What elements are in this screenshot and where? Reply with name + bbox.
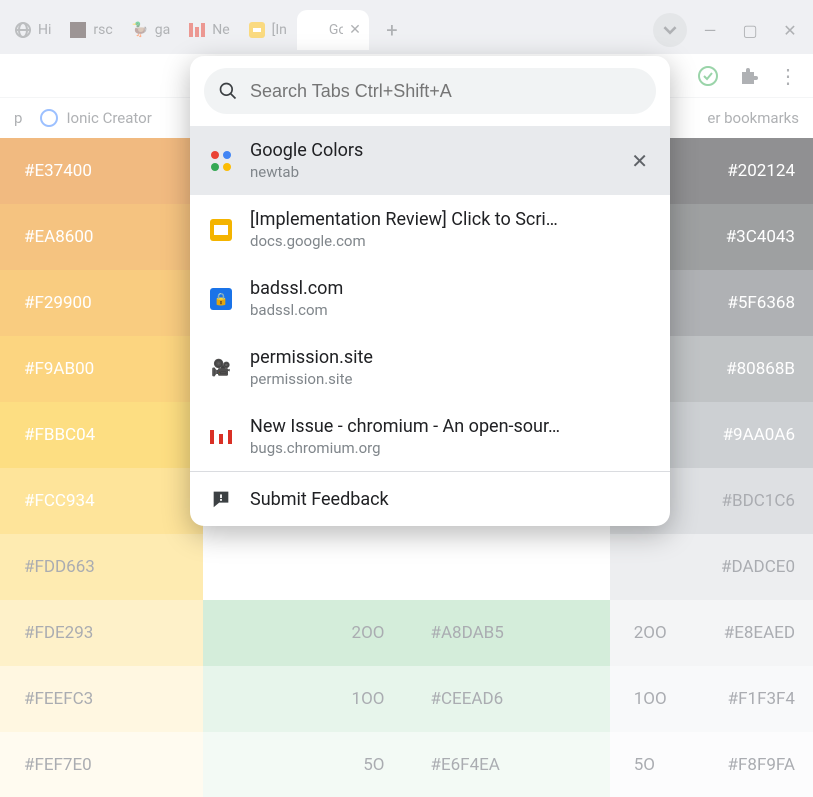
close-icon[interactable]: ✕	[627, 145, 652, 177]
tab-title: [In	[272, 22, 287, 38]
tab-search-popover: Google Colors newtab ✕ [Implementation R…	[190, 56, 670, 526]
extensions-button[interactable]	[737, 65, 759, 87]
item-title: New Issue - chromium - An open-sour…	[250, 416, 652, 437]
feedback-icon	[208, 486, 234, 512]
google-colors-icon	[211, 151, 231, 171]
tab-search-item[interactable]: [Implementation Review] Click to Scri… d…	[190, 195, 670, 264]
search-input[interactable]	[250, 81, 642, 102]
monorail-icon	[210, 430, 232, 444]
browser-tab[interactable]: Go ✕	[297, 10, 369, 50]
color-swatch: 5O	[203, 732, 406, 797]
permission-icon: 🎥	[211, 358, 231, 377]
lock-icon: 🔒	[210, 288, 232, 310]
color-swatch: #DADCE0	[610, 534, 813, 600]
menu-button[interactable]: ⋮	[777, 65, 799, 87]
slides-icon	[249, 22, 265, 38]
browser-tab[interactable]: rsc	[61, 10, 120, 50]
site-icon: 🦆	[131, 22, 148, 38]
item-title: badssl.com	[250, 278, 652, 299]
tab-search-item[interactable]: 🎥 permission.site permission.site	[190, 333, 670, 402]
browser-tab[interactable]: 🦆 ga	[123, 10, 178, 50]
search-field[interactable]	[204, 68, 656, 114]
item-subtitle: bugs.chromium.org	[250, 439, 652, 457]
color-swatch	[203, 534, 406, 600]
item-subtitle: docs.google.com	[250, 232, 652, 250]
tab-close-button[interactable]: ✕	[349, 23, 361, 37]
color-swatch: #FDE293	[0, 600, 203, 666]
item-subtitle: badssl.com	[250, 301, 652, 319]
tab-title: Hi	[38, 22, 51, 38]
color-swatch: #FCC934	[0, 468, 203, 534]
tab-title: ga	[155, 22, 170, 38]
item-subtitle: permission.site	[250, 370, 652, 388]
chevron-down-icon	[663, 23, 677, 37]
color-swatch: #A8DAB5	[407, 600, 610, 666]
item-title: [Implementation Review] Click to Scri…	[250, 209, 652, 230]
search-icon	[218, 81, 238, 101]
color-swatch: #FBBC04	[0, 402, 203, 468]
globe-icon	[15, 22, 31, 38]
submit-feedback-button[interactable]: Submit Feedback	[190, 472, 670, 526]
color-swatch: #FEF7E0	[0, 732, 203, 797]
tab-title: rsc	[93, 22, 112, 38]
color-swatch: 1OO	[203, 666, 406, 732]
window-minimize-button[interactable]: —	[693, 13, 727, 47]
browser-tab[interactable]: [In	[240, 10, 295, 50]
color-swatch: #FEEFC3	[0, 666, 203, 732]
tab-strip: Hi rsc 🦆 ga Ne [In Go ✕ + — ▢ ✕	[0, 0, 813, 54]
item-title: Google Colors	[250, 140, 611, 161]
browser-tab[interactable]: Ne	[180, 10, 237, 50]
color-swatch: #FDD663	[0, 534, 203, 600]
window-maximize-button[interactable]: ▢	[733, 13, 767, 47]
color-swatch: #CEEAD6	[407, 666, 610, 732]
tab-search-item[interactable]: Google Colors newtab ✕	[190, 126, 670, 195]
site-icon	[70, 22, 86, 38]
tab-search-item[interactable]: New Issue - chromium - An open-sour… bug…	[190, 402, 670, 471]
item-title: permission.site	[250, 347, 652, 368]
color-swatch: 2OO#E8EAED	[610, 600, 813, 666]
color-swatch: #F29900	[0, 270, 203, 336]
status-check-icon	[697, 65, 719, 87]
tab-title: Go	[329, 22, 343, 38]
tab-search-button[interactable]	[653, 13, 687, 47]
color-swatch	[407, 534, 610, 600]
tab-search-item[interactable]: 🔒 badssl.com badssl.com	[190, 264, 670, 333]
color-swatch: #EA8600	[0, 204, 203, 270]
browser-tab[interactable]: Hi	[6, 10, 59, 50]
other-bookmarks-button[interactable]: er bookmarks	[707, 109, 799, 127]
bookmark-item[interactable]: p	[14, 109, 22, 127]
slides-icon	[210, 219, 232, 241]
new-tab-button[interactable]: +	[377, 15, 407, 45]
item-subtitle: newtab	[250, 163, 611, 181]
color-swatch: #E37400	[0, 138, 203, 204]
tab-title: Ne	[212, 22, 229, 38]
color-swatch: #F9AB00	[0, 336, 203, 402]
color-swatch: 5O#F8F9FA	[610, 732, 813, 797]
bookmark-item[interactable]: Ionic Creator	[40, 109, 151, 127]
window-close-button[interactable]: ✕	[773, 13, 807, 47]
color-swatch: 2OO	[203, 600, 406, 666]
monorail-icon	[189, 23, 205, 37]
ionic-icon	[40, 109, 58, 127]
color-swatch: #E6F4EA	[407, 732, 610, 797]
color-swatch: 1OO#F1F3F4	[610, 666, 813, 732]
